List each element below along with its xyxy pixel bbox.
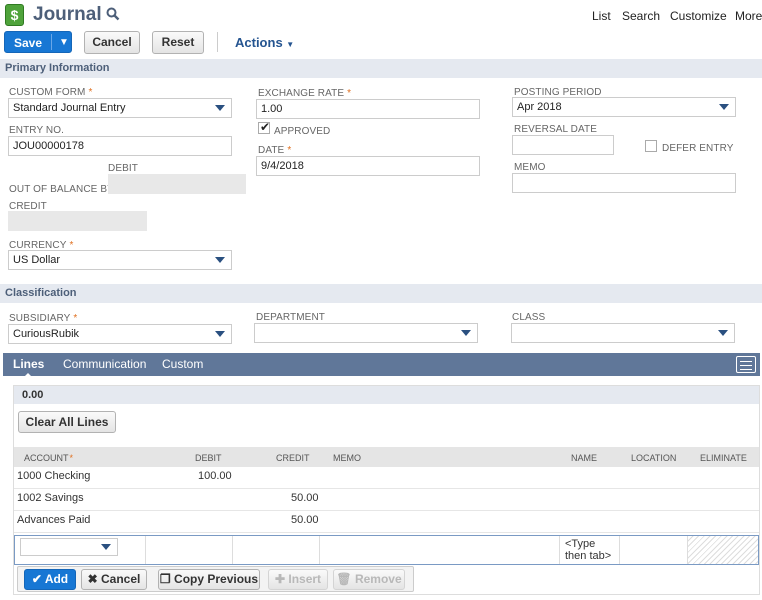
date-field[interactable]: 9/4/2018 xyxy=(256,156,480,176)
class-label: CLASS xyxy=(512,312,546,323)
dropdown-arrow-icon xyxy=(215,331,225,337)
check-icon: ✔ xyxy=(31,572,42,586)
credit-total-field xyxy=(8,211,147,231)
clear-all-lines-button[interactable]: Clear All Lines xyxy=(18,411,116,433)
entry-no-label: ENTRY NO. xyxy=(9,125,64,136)
copy-previous-button[interactable]: ❐ Copy Previous xyxy=(158,569,260,590)
exchange-rate-label: EXCHANGE RATE * xyxy=(258,88,352,99)
dropdown-arrow-icon xyxy=(215,257,225,263)
exchange-rate-field[interactable]: 1.00 xyxy=(256,99,480,119)
location-input[interactable] xyxy=(620,536,688,564)
nav-list[interactable]: List xyxy=(592,9,611,23)
dropdown-arrow-icon xyxy=(215,105,225,111)
add-line-button[interactable]: ✔ Add xyxy=(24,569,76,590)
reversal-date-label: REVERSAL DATE xyxy=(514,124,597,135)
close-icon: ✖ xyxy=(87,572,98,586)
row-credit: 50.00 xyxy=(291,514,319,526)
actions-menu[interactable]: Actions ▼ xyxy=(235,35,294,50)
section-classification[interactable]: Classification xyxy=(0,284,762,303)
col-debit[interactable]: DEBIT xyxy=(195,453,222,463)
save-menu-arrow-icon[interactable]: ▼ xyxy=(59,37,69,48)
memo-field[interactable] xyxy=(512,173,736,193)
approved-checkbox[interactable] xyxy=(258,120,270,134)
name-input-hint: <Type then tab> xyxy=(565,538,612,562)
memo-input[interactable] xyxy=(320,536,560,564)
row-account: Advances Paid xyxy=(17,514,91,526)
reset-button[interactable]: Reset xyxy=(152,31,204,54)
department-label: DEPARTMENT xyxy=(256,312,325,323)
nav-customize[interactable]: Customize xyxy=(670,9,727,23)
table-row[interactable] xyxy=(14,511,759,533)
search-icon[interactable] xyxy=(106,7,120,21)
cancel-button[interactable]: Cancel xyxy=(84,31,140,54)
plus-icon: ✚ xyxy=(274,572,286,586)
trash-icon: 🗑 xyxy=(336,572,352,586)
nav-more[interactable]: More xyxy=(735,9,762,23)
row-account: 1000 Checking xyxy=(17,470,91,482)
col-location[interactable]: LOCATION xyxy=(631,453,676,463)
table-row[interactable] xyxy=(14,467,759,489)
save-button[interactable]: Save ▼ xyxy=(4,31,72,53)
chevron-down-icon: ▼ xyxy=(286,40,295,49)
remove-line-button[interactable]: 🗑 Remove xyxy=(333,569,405,590)
defer-entry-label: DEFER ENTRY xyxy=(662,143,734,154)
eliminate-cell xyxy=(688,536,758,564)
copy-icon: ❐ xyxy=(159,572,171,586)
custom-form-label: CUSTOM FORM * xyxy=(9,87,93,98)
lines-total: 0.00 xyxy=(14,386,759,404)
col-memo[interactable]: MEMO xyxy=(333,453,361,463)
out-of-balance-label: OUT OF BALANCE BY xyxy=(9,184,114,195)
save-label: Save xyxy=(14,36,43,50)
posting-period-select[interactable]: Apr 2018 xyxy=(512,97,736,117)
debit-label: DEBIT xyxy=(108,163,138,174)
entry-no-field[interactable]: JOU00000178 xyxy=(8,136,232,156)
defer-entry-checkbox[interactable] xyxy=(645,140,657,152)
debit-total-field xyxy=(108,174,246,194)
dropdown-arrow-icon xyxy=(101,544,111,550)
row-account: 1002 Savings xyxy=(17,492,84,504)
approved-label: APPROVED xyxy=(274,126,331,137)
memo-label: MEMO xyxy=(514,162,546,173)
col-eliminate[interactable]: ELIMINATE xyxy=(700,453,747,463)
table-row[interactable] xyxy=(14,489,759,511)
section-primary-information[interactable]: Primary Information xyxy=(0,59,762,78)
col-name[interactable]: NAME xyxy=(571,453,597,463)
subsidiary-select[interactable]: CuriousRubik xyxy=(8,324,232,344)
currency-select[interactable]: US Dollar xyxy=(8,250,232,270)
tab-custom[interactable]: Custom xyxy=(162,357,203,371)
reversal-date-field[interactable] xyxy=(512,135,614,155)
page-title: Journal xyxy=(33,4,102,25)
col-account[interactable]: ACCOUNT* xyxy=(24,453,73,463)
custom-form-select[interactable]: Standard Journal Entry xyxy=(8,98,232,118)
nav-search[interactable]: Search xyxy=(622,9,660,23)
credit-input[interactable] xyxy=(233,536,320,564)
subsidiary-label: SUBSIDIARY * xyxy=(9,313,78,324)
row-credit: 50.00 xyxy=(291,492,319,504)
dropdown-arrow-icon xyxy=(718,330,728,336)
row-debit: 100.00 xyxy=(198,470,232,482)
dropdown-arrow-icon xyxy=(719,104,729,110)
class-select[interactable] xyxy=(511,323,735,343)
cancel-line-button[interactable]: ✖ Cancel xyxy=(81,569,147,590)
dropdown-arrow-icon xyxy=(461,330,471,336)
debit-input[interactable] xyxy=(146,536,233,564)
col-credit[interactable]: CREDIT xyxy=(276,453,310,463)
journal-logo-icon: $ xyxy=(5,4,24,26)
department-select[interactable] xyxy=(254,323,478,343)
tab-menu-icon[interactable] xyxy=(736,356,756,373)
insert-line-button[interactable]: ✚ Insert xyxy=(268,569,328,590)
tab-lines[interactable]: Lines xyxy=(13,357,44,378)
tab-communication[interactable]: Communication xyxy=(63,357,146,371)
date-label: DATE * xyxy=(258,145,292,156)
account-select[interactable] xyxy=(20,538,118,556)
